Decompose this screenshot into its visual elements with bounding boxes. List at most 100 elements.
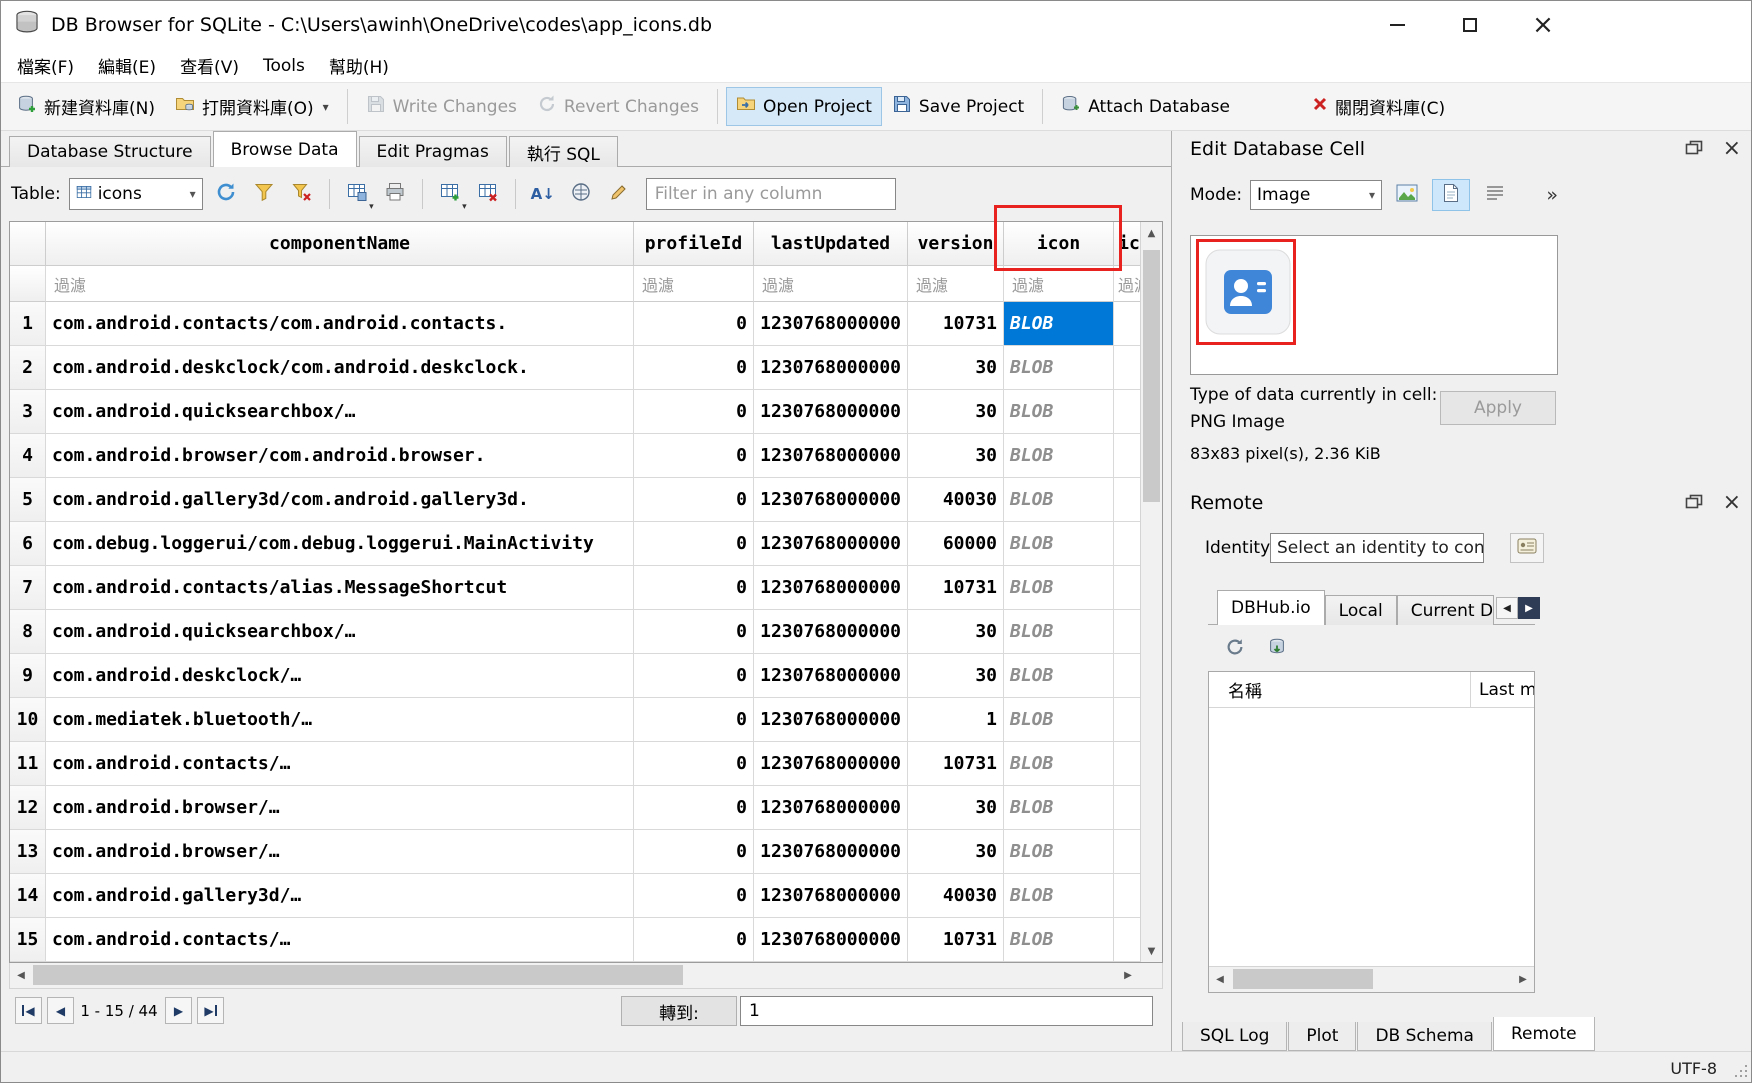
- remote-list-scrollbar[interactable]: ◀ ▶: [1209, 966, 1534, 992]
- scroll-left-arrow[interactable]: ◀: [10, 963, 32, 987]
- cell-icon[interactable]: BLOB: [1004, 830, 1114, 874]
- tab-dbhub[interactable]: DBHub.io: [1217, 590, 1325, 625]
- cell-lastUpdated[interactable]: 1230768000000: [754, 434, 908, 478]
- cell-lastUpdated[interactable]: 1230768000000: [754, 742, 908, 786]
- column-header-partial[interactable]: ic: [1114, 222, 1140, 266]
- cell-profileId[interactable]: 0: [634, 654, 754, 698]
- filter-componentName[interactable]: 過濾: [46, 266, 634, 302]
- tab-database-structure[interactable]: Database Structure: [9, 136, 211, 167]
- row-number[interactable]: 12: [10, 786, 46, 830]
- cell-lastUpdated[interactable]: 1230768000000: [754, 918, 908, 962]
- tab-remote[interactable]: Remote: [1493, 1017, 1595, 1051]
- remote-refresh-button[interactable]: [1220, 634, 1250, 664]
- mode-select[interactable]: Image ▾: [1250, 180, 1382, 210]
- row-number[interactable]: 4: [10, 434, 46, 478]
- menu-tools[interactable]: Tools: [251, 51, 317, 81]
- filter-icon-column[interactable]: 過濾: [1004, 266, 1114, 302]
- filter-button[interactable]: [249, 179, 279, 209]
- clear-filters-button[interactable]: [287, 179, 317, 209]
- cell-partial[interactable]: [1114, 434, 1140, 478]
- cell-version[interactable]: 60000: [908, 522, 1004, 566]
- cell-lastUpdated[interactable]: 1230768000000: [754, 830, 908, 874]
- cell-partial[interactable]: [1114, 918, 1140, 962]
- vertical-scroll-thumb[interactable]: [1143, 250, 1160, 502]
- word-wrap-button[interactable]: [1478, 180, 1512, 210]
- apply-button[interactable]: Apply: [1440, 391, 1556, 425]
- cell-partial[interactable]: [1114, 610, 1140, 654]
- vertical-scrollbar[interactable]: ▲ ▼: [1140, 222, 1162, 962]
- cell-partial[interactable]: [1114, 302, 1140, 346]
- cell-version[interactable]: 40030: [908, 478, 1004, 522]
- row-number[interactable]: 1: [10, 302, 46, 346]
- cell-partial[interactable]: [1114, 830, 1140, 874]
- cell-componentName[interactable]: com.android.deskclock/…: [46, 654, 634, 698]
- import-certificate-button[interactable]: [1510, 533, 1544, 563]
- tab-scroll-left-button[interactable]: ◀: [1496, 597, 1518, 619]
- previous-page-button[interactable]: ◀: [47, 997, 74, 1024]
- cell-profileId[interactable]: 0: [634, 874, 754, 918]
- cell-profileId[interactable]: 0: [634, 918, 754, 962]
- revert-changes-button[interactable]: Revert Changes: [527, 87, 709, 126]
- tab-edit-pragmas[interactable]: Edit Pragmas: [359, 136, 507, 167]
- overflow-chevron-icon[interactable]: »: [1546, 184, 1558, 206]
- cell-lastUpdated[interactable]: 1230768000000: [754, 786, 908, 830]
- text-view-toggle-button[interactable]: [1432, 179, 1470, 211]
- cell-lastUpdated[interactable]: 1230768000000: [754, 478, 908, 522]
- save-project-button[interactable]: Save Project: [882, 87, 1034, 126]
- cell-version[interactable]: 30: [908, 390, 1004, 434]
- cell-profileId[interactable]: 0: [634, 522, 754, 566]
- new-database-button[interactable]: 新建資料庫(N): [7, 87, 165, 126]
- cell-lastUpdated[interactable]: 1230768000000: [754, 566, 908, 610]
- row-number[interactable]: 9: [10, 654, 46, 698]
- filter-version[interactable]: 過濾: [908, 266, 1004, 302]
- cell-version[interactable]: 30: [908, 434, 1004, 478]
- attach-database-button[interactable]: Attach Database: [1051, 87, 1240, 126]
- tab-execute-sql[interactable]: 執行 SQL: [509, 136, 618, 167]
- float-dock-icon[interactable]: [1685, 138, 1703, 160]
- scroll-up-arrow[interactable]: ▲: [1141, 222, 1162, 244]
- cell-version[interactable]: 1: [908, 698, 1004, 742]
- close-dock-icon[interactable]: ×: [1723, 138, 1741, 160]
- cell-lastUpdated[interactable]: 1230768000000: [754, 390, 908, 434]
- horizontal-scroll-thumb[interactable]: [33, 965, 683, 985]
- cell-componentName[interactable]: com.android.gallery3d/…: [46, 874, 634, 918]
- cell-partial[interactable]: [1114, 654, 1140, 698]
- first-page-button[interactable]: ◀: [15, 997, 42, 1024]
- tab-db-schema[interactable]: DB Schema: [1357, 1022, 1492, 1051]
- close-dock-icon[interactable]: ×: [1723, 492, 1741, 514]
- cell-profileId[interactable]: 0: [634, 786, 754, 830]
- refresh-button[interactable]: [211, 179, 241, 209]
- row-number[interactable]: 15: [10, 918, 46, 962]
- menu-help[interactable]: 幫助(H): [317, 48, 401, 83]
- resize-grip[interactable]: [1735, 1075, 1737, 1077]
- column-header-lastUpdated[interactable]: lastUpdated: [754, 222, 908, 266]
- row-number[interactable]: 8: [10, 610, 46, 654]
- cell-version[interactable]: 10731: [908, 918, 1004, 962]
- chevron-down-icon[interactable]: ▾: [323, 100, 329, 114]
- column-header-version[interactable]: version: [908, 222, 1004, 266]
- goto-record-input[interactable]: [740, 996, 1153, 1026]
- cell-profileId[interactable]: 0: [634, 610, 754, 654]
- tab-sql-log[interactable]: SQL Log: [1182, 1022, 1287, 1051]
- cell-componentName[interactable]: com.android.browser/…: [46, 830, 634, 874]
- cell-profileId[interactable]: 0: [634, 742, 754, 786]
- row-number[interactable]: 13: [10, 830, 46, 874]
- tab-local[interactable]: Local: [1325, 595, 1397, 625]
- next-page-button[interactable]: ▶: [165, 997, 192, 1024]
- cell-icon[interactable]: BLOB: [1004, 918, 1114, 962]
- corner-header[interactable]: [10, 222, 46, 266]
- cell-partial[interactable]: [1114, 874, 1140, 918]
- cell-componentName[interactable]: com.android.contacts/com.android.contact…: [46, 302, 634, 346]
- cell-componentName[interactable]: com.android.browser/…: [46, 786, 634, 830]
- cell-icon[interactable]: BLOB: [1004, 786, 1114, 830]
- row-number[interactable]: 14: [10, 874, 46, 918]
- cell-componentName[interactable]: com.mediatek.bluetooth/…: [46, 698, 634, 742]
- cell-componentName[interactable]: com.android.deskclock/com.android.deskcl…: [46, 346, 634, 390]
- tab-plot[interactable]: Plot: [1288, 1022, 1356, 1051]
- edit-cell-button[interactable]: [604, 179, 634, 209]
- print-button[interactable]: [380, 179, 410, 209]
- cell-profileId[interactable]: 0: [634, 434, 754, 478]
- open-project-button[interactable]: Open Project: [726, 87, 882, 126]
- column-header-componentName[interactable]: componentName: [46, 222, 634, 266]
- cell-image-preview[interactable]: [1190, 235, 1558, 375]
